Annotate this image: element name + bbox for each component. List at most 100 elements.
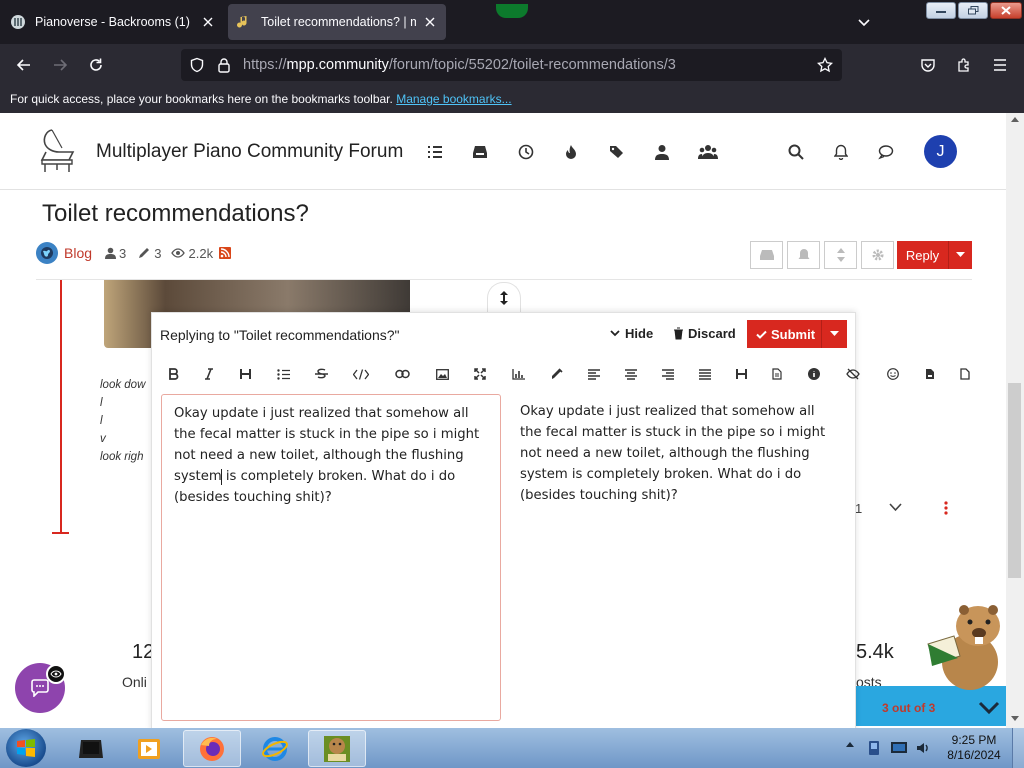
tray-volume-icon[interactable] — [915, 740, 931, 756]
taskbar-clock[interactable]: 9:25 PM 8/16/2024 — [940, 733, 1008, 763]
list-icon[interactable] — [273, 364, 293, 384]
sort-button[interactable] — [824, 241, 857, 269]
show-hidden-icons-icon[interactable] — [846, 742, 854, 747]
check-icon — [756, 330, 767, 339]
reply-dropdown-icon[interactable] — [948, 241, 972, 269]
watch-topic-button[interactable] — [787, 241, 820, 269]
scrollbar-thumb[interactable] — [1008, 383, 1021, 578]
minimize-button[interactable] — [926, 2, 956, 19]
close-tab-icon[interactable] — [422, 14, 438, 30]
tray-device-icon[interactable] — [866, 740, 882, 756]
topic-tools-button[interactable] — [861, 241, 894, 269]
topic-title: Toilet recommendations? — [42, 200, 309, 227]
scroll-up-icon[interactable] — [1011, 117, 1019, 122]
code-icon[interactable] — [351, 364, 371, 384]
page-icon[interactable] — [955, 364, 975, 384]
bookmark-star-icon[interactable] — [817, 57, 833, 73]
bell-icon[interactable] — [830, 141, 852, 163]
reply-editor-textarea[interactable]: Okay update i just realized that somehow… — [161, 394, 501, 721]
fullscreen-icon[interactable] — [470, 364, 490, 384]
url-text[interactable]: https://mpp.community/forum/topic/55202/… — [243, 57, 676, 73]
media-app[interactable] — [62, 730, 120, 767]
pagination-bar[interactable]: 3 out of 3 — [856, 686, 1006, 726]
replying-to-title: Replying to "Toilet recommendations?" — [160, 327, 400, 343]
firefox-app[interactable] — [183, 730, 241, 767]
url-bar[interactable]: https://mpp.community/forum/topic/55202/… — [181, 49, 842, 81]
strikethrough-icon[interactable] — [311, 364, 331, 384]
close-tab-icon[interactable] — [200, 14, 216, 30]
post-text: look dow l l v look righ — [100, 379, 146, 463]
show-desktop-button[interactable] — [1012, 728, 1024, 768]
category-label[interactable]: Blog — [64, 245, 92, 261]
hide-button[interactable]: Hide — [610, 326, 653, 341]
heading-icon[interactable] — [235, 364, 255, 384]
user-icon[interactable] — [651, 141, 673, 163]
forward-button[interactable] — [48, 53, 72, 77]
pocket-icon[interactable] — [916, 53, 940, 77]
app-menu-icon[interactable] — [988, 53, 1012, 77]
list-icon[interactable] — [424, 141, 446, 163]
tab-pianoverse[interactable]: Pianoverse - Backrooms (1) — [2, 4, 224, 40]
bold-icon[interactable] — [164, 364, 184, 384]
list-all-tabs-icon[interactable] — [856, 14, 872, 30]
search-icon[interactable] — [785, 141, 807, 163]
rss-icon[interactable] — [219, 247, 232, 259]
color-icon[interactable] — [547, 364, 567, 384]
views-count: 2.2k — [188, 245, 214, 261]
post-menu-icon[interactable] — [944, 501, 948, 515]
chevron-down-icon[interactable] — [889, 503, 902, 512]
reload-button[interactable] — [84, 53, 108, 77]
tracking-protection-icon[interactable] — [189, 57, 205, 73]
start-button[interactable] — [6, 729, 46, 767]
tray-display-icon[interactable] — [890, 740, 908, 756]
submit-button[interactable]: Submit — [747, 320, 847, 348]
users-icon[interactable] — [697, 141, 719, 163]
back-button[interactable] — [12, 53, 36, 77]
user-avatar[interactable]: J — [924, 135, 957, 168]
image-icon[interactable] — [432, 364, 452, 384]
reply-button[interactable]: Reply — [897, 241, 972, 269]
eye-badge-icon — [46, 664, 66, 684]
close-window-button[interactable] — [990, 2, 1022, 19]
beaver-box-app[interactable] — [308, 730, 366, 767]
heading2-icon[interactable] — [731, 364, 751, 384]
piano-logo-icon[interactable] — [36, 127, 80, 173]
text-cursor — [221, 469, 222, 485]
emoji-icon[interactable] — [883, 364, 903, 384]
link-icon[interactable] — [392, 364, 412, 384]
page-scrollbar[interactable] — [1006, 113, 1024, 728]
manage-bookmarks-link[interactable]: Manage bookmarks... — [396, 92, 511, 106]
align-right-icon[interactable] — [658, 364, 678, 384]
fire-icon[interactable] — [560, 141, 582, 163]
hidden-icon[interactable] — [843, 364, 863, 384]
site-title[interactable]: Multiplayer Piano Community Forum — [96, 141, 403, 163]
doc-icon[interactable] — [920, 364, 940, 384]
video-app[interactable] — [120, 730, 178, 767]
info-icon[interactable] — [804, 364, 824, 384]
align-center-icon[interactable] — [621, 364, 641, 384]
italic-icon[interactable] — [199, 364, 219, 384]
tags-icon[interactable] — [606, 141, 628, 163]
beaver-mascot-image — [918, 600, 1008, 692]
file-icon[interactable] — [767, 364, 787, 384]
chat-icon[interactable] — [875, 141, 897, 163]
discard-button[interactable]: Discard — [673, 326, 736, 341]
globe-icon — [36, 242, 58, 264]
restore-button[interactable] — [958, 2, 988, 19]
align-left-icon[interactable] — [584, 364, 604, 384]
inbox-topic-button[interactable] — [750, 241, 783, 269]
chevron-down-icon[interactable] — [978, 699, 1000, 717]
eye-icon — [170, 248, 185, 258]
resize-handle[interactable] — [487, 282, 521, 312]
lock-icon[interactable] — [217, 57, 231, 73]
tab-toilet-recommendations[interactable]: Toilet recommendations? | mpp — [228, 4, 446, 40]
extensions-icon[interactable] — [952, 53, 976, 77]
timeline-end — [52, 532, 69, 534]
clock-icon[interactable] — [515, 141, 537, 163]
chart-icon[interactable] — [508, 364, 528, 384]
align-justify-icon[interactable] — [695, 364, 715, 384]
scroll-down-icon[interactable] — [1011, 716, 1019, 721]
ie-app[interactable] — [246, 730, 304, 767]
submit-dropdown-icon[interactable] — [821, 320, 847, 348]
inbox-icon[interactable] — [469, 141, 491, 163]
